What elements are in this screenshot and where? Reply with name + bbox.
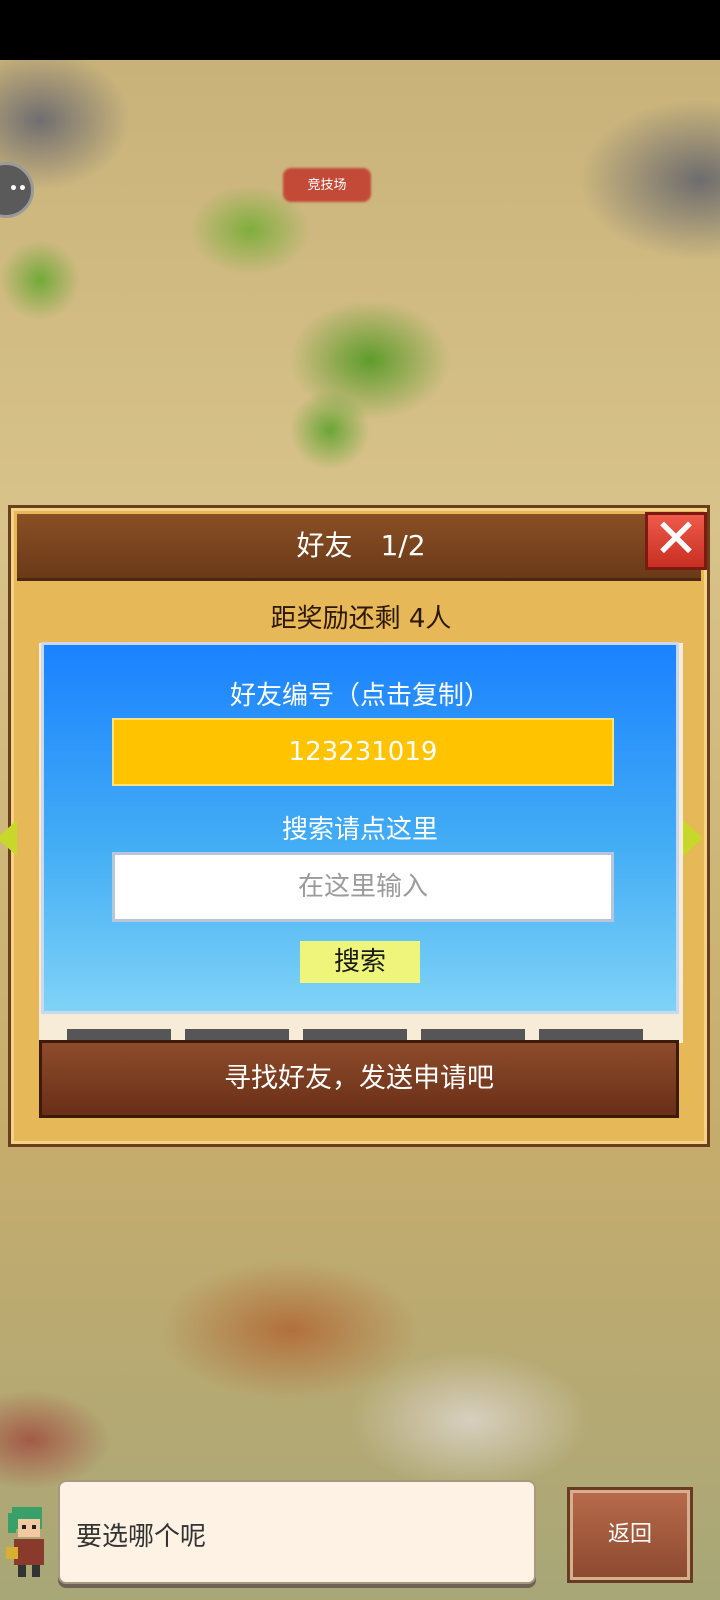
panel-title: 好友 1/2 — [296, 529, 426, 562]
friend-id-dialog: 好友编号（点击复制） 123231019 搜索请点这里 搜索 — [41, 642, 679, 1014]
search-input[interactable] — [112, 852, 614, 922]
status-bar — [0, 0, 720, 60]
friends-panel: 好友 1/2 ✕ 距奖励还剩 4人 好友编号（点击复制） 123231019 搜… — [0, 505, 710, 1147]
search-label: 搜索请点这里 — [281, 815, 438, 845]
friend-id-copy-box[interactable]: 123231019 — [112, 718, 614, 786]
speech-dialog-box: 要选哪个呢 — [58, 1480, 536, 1584]
character-avatar-icon — [6, 1507, 44, 1577]
friend-id-label: 好友编号（点击复制） — [229, 681, 490, 711]
next-page-arrow-icon[interactable] — [683, 820, 703, 856]
arena-label: 竞技场 — [307, 178, 347, 193]
back-button[interactable]: 返回 — [570, 1490, 690, 1580]
reward-remaining-text: 距奖励还剩 4人 — [270, 604, 452, 634]
find-friends-send-request-button[interactable]: 寻找好友，发送申请吧 — [39, 1040, 679, 1118]
speech-text: 要选哪个呢 — [76, 1522, 207, 1552]
close-button[interactable]: ✕ — [645, 512, 707, 570]
search-button[interactable]: 搜索 — [300, 941, 420, 983]
previous-page-arrow-icon[interactable] — [0, 820, 17, 856]
